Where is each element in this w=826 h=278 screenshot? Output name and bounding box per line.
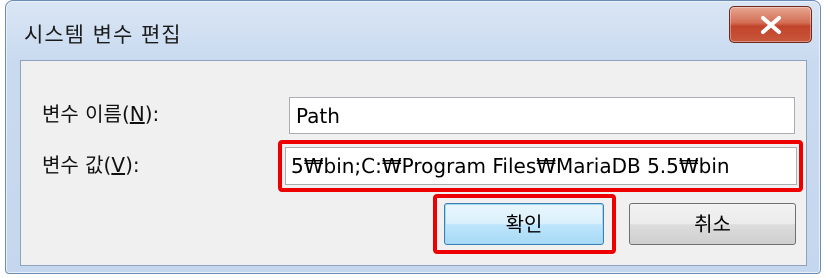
- variable-name-value: Path: [296, 104, 340, 128]
- variable-name-label: 변수 이름(N):: [42, 102, 160, 126]
- variable-name-input[interactable]: Path: [289, 97, 795, 134]
- variable-value-label: 변수 값(V):: [42, 153, 140, 177]
- close-button[interactable]: [729, 6, 812, 43]
- window-title: 시스템 변수 편집: [24, 23, 182, 47]
- cancel-button[interactable]: 취소: [629, 203, 796, 245]
- ok-button-highlight: [433, 194, 616, 254]
- close-icon: [761, 16, 781, 34]
- dialog-content: 변수 이름(N): Path 변수 값(V): 5₩bin;C:₩Program…: [20, 60, 807, 266]
- dialog-window: 시스템 변수 편집 변수 이름(N): Path 변수 값(V): 5₩bin;…: [5, 0, 821, 274]
- value-input-highlight: [278, 140, 803, 192]
